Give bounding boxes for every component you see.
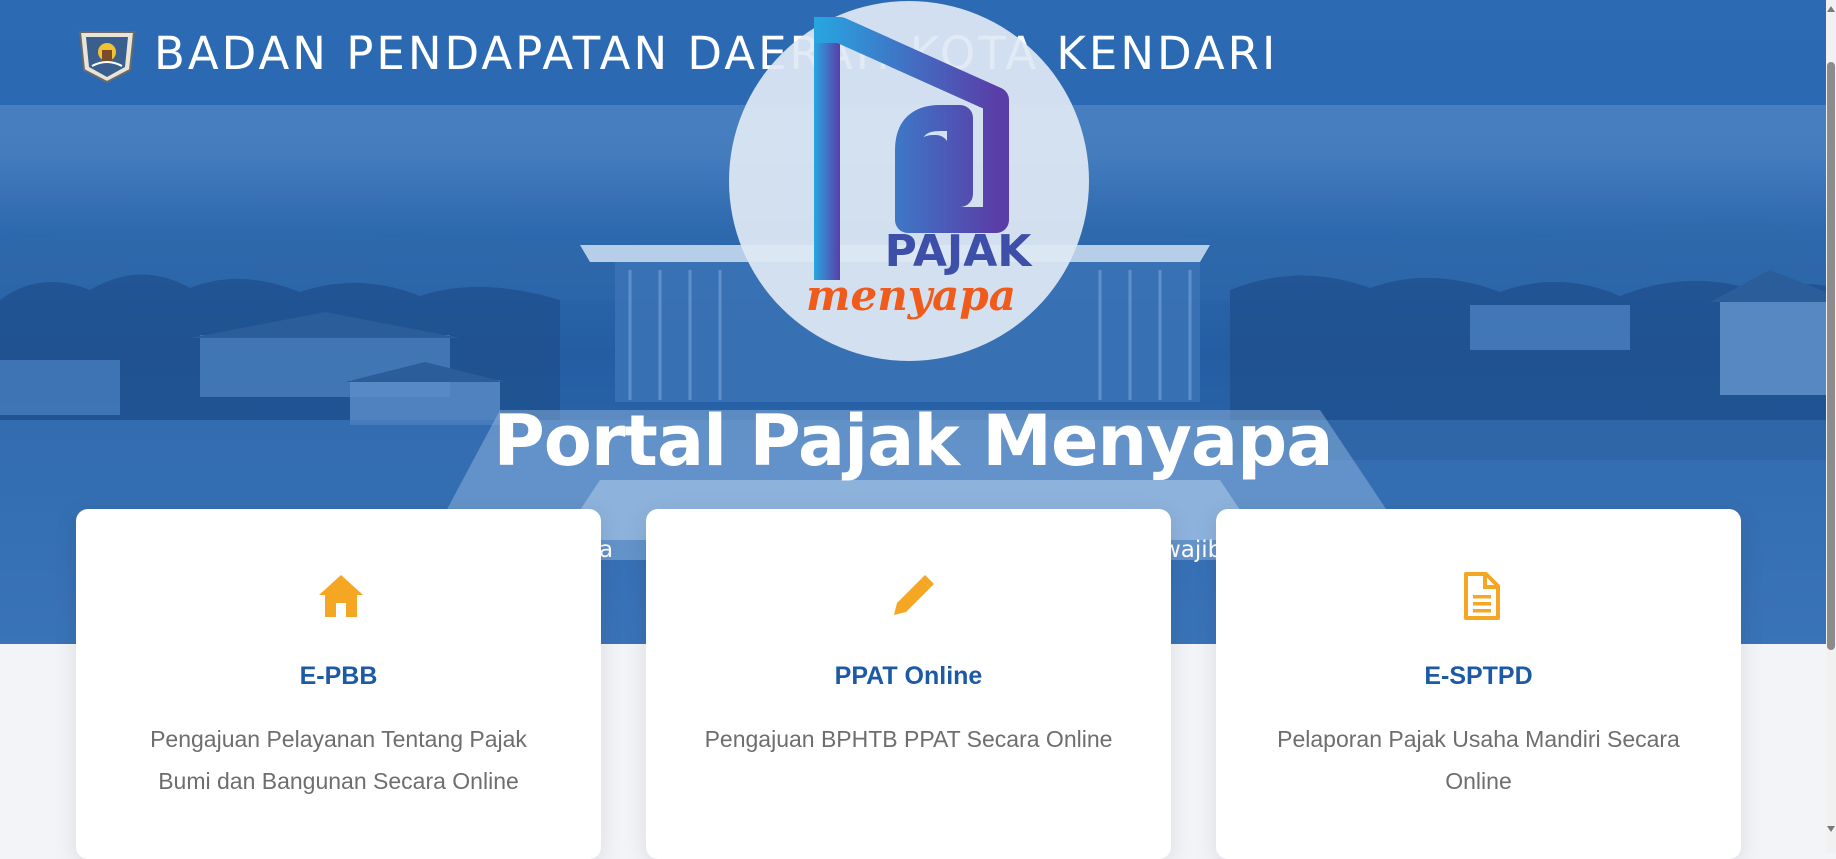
subtitle-fragment-right: wajib	[1162, 537, 1223, 563]
home-icon	[319, 575, 363, 617]
service-description: Pelaporan Pajak Usaha Mandiri Secara Onl…	[1277, 726, 1680, 794]
service-card-ppat-online[interactable]: PPAT Online Pengajuan BPHTB PPAT Secara …	[646, 509, 1171, 859]
service-title: PPAT Online	[834, 662, 983, 690]
scroll-up-arrow-icon[interactable]	[1827, 6, 1835, 12]
logo-text-menyapa: menyapa	[806, 271, 1016, 320]
service-card-e-pbb[interactable]: E-PBB Pengajuan Pelayanan Tentang Pajak …	[76, 509, 601, 859]
service-description: Pengajuan BPHTB PPAT Secara Online	[704, 726, 1113, 752]
pajak-menyapa-logo-icon: PAJAK menyapa	[729, 1, 1089, 361]
scrollbar-thumb[interactable]	[1827, 62, 1835, 650]
pencil-icon	[894, 575, 934, 615]
service-title: E-PBB	[299, 662, 378, 690]
scroll-down-arrow-icon[interactable]	[1827, 826, 1835, 832]
agency-name: BADAN PENDAPATAN DAERAH KOTA KENDARI	[154, 27, 1279, 80]
document-icon	[1464, 572, 1500, 620]
service-card-e-sptpd[interactable]: E-SPTPD Pelaporan Pajak Usaha Mandiri Se…	[1216, 509, 1741, 859]
city-emblem-icon	[78, 31, 136, 84]
logo-text-pajak: PAJAK	[885, 226, 1034, 277]
vertical-scrollbar[interactable]	[1826, 0, 1836, 853]
service-description: Pengajuan Pelayanan Tentang Pajak Bumi d…	[150, 726, 527, 794]
page-title: Portal Pajak Menyapa	[493, 400, 1334, 482]
service-title: E-SPTPD	[1424, 662, 1533, 690]
